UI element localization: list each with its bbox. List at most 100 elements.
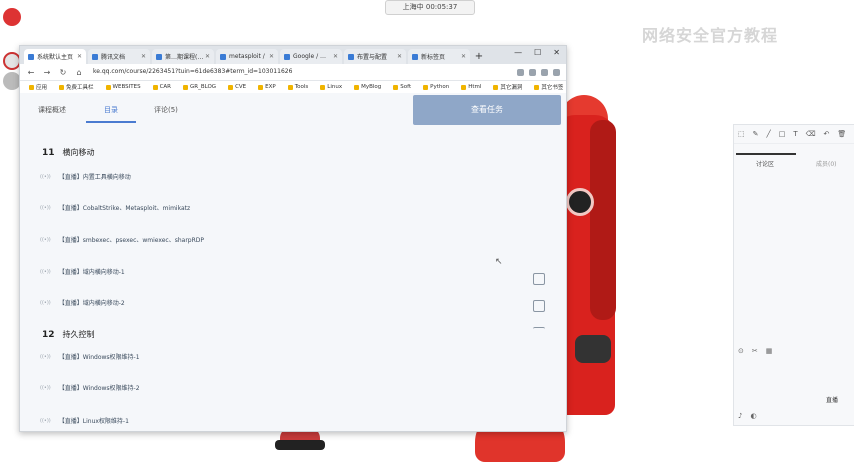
tab-overview[interactable]: 课程概述 [38,105,66,115]
lesson-item[interactable]: ((•)) 【直播】smbexec、psexec、wmiexec、sharpRD… [40,235,204,245]
lesson-item[interactable]: ((•)) 【直播】CobaltStrike、Metasploit、mimika… [40,203,190,213]
bookmark-item[interactable]: Linux [315,84,347,90]
lesson-item[interactable]: ((•)) 【直播】内置工具横向移动 [40,172,131,182]
drawing-tool-panel: ⬚ ✎ ╱ □ T ⌫ ↶ 🗑 讨论区 成员(0) ⊙ ✂ ▦ 直播 ♪ ◐ [733,124,854,426]
scissors-icon[interactable]: ✂ [752,347,758,355]
folder-icon [320,84,326,90]
text-icon[interactable]: T [793,130,797,138]
panel-status-label: 直播 [826,397,839,404]
close-icon[interactable]: ✕ [333,53,338,60]
tab-comments[interactable]: 评论(5) [154,105,178,115]
folder-icon [105,84,111,90]
close-window-button[interactable]: ✕ [553,48,560,57]
mobile-icon[interactable] [533,300,545,312]
bookmark-item[interactable]: 免费工具栏 [54,83,99,91]
wallpaper-robot-eye [566,188,594,216]
live-icon: ((•)) [40,417,51,424]
bookmark-item[interactable]: 应用 [24,83,52,91]
recording-indicator[interactable]: 上海中 00:05:37 [385,0,475,15]
folder-icon [423,84,429,90]
maximize-button[interactable]: ☐ [534,48,541,57]
folder-icon [287,84,293,90]
chat-icon[interactable] [533,273,545,285]
lesson-item[interactable]: ((•)) 【直播】域内横向移动-1 [40,267,125,277]
browser-tab[interactable]: 腾讯文档 ✕ [88,49,150,64]
tab-catalog[interactable]: 目录 [104,105,118,115]
browser-tab[interactable]: Google / … ✕ [280,49,342,64]
wallpaper-robot-shadow [575,335,611,363]
profile-icon[interactable] [541,68,548,76]
tab-discussion[interactable]: 讨论区 [756,159,774,168]
back-to-top-icon[interactable] [533,327,545,339]
bookmark-item[interactable]: EXP [253,84,281,90]
browser-tab[interactable]: metasploit / …✕ [216,49,278,64]
favicon-icon [220,53,226,60]
bookmark-item[interactable]: Python [418,84,454,90]
browser-tab[interactable]: 新标签页 ✕ [408,49,470,64]
folder-icon [354,84,360,90]
forward-icon[interactable]: → [42,68,52,77]
bookmark-item[interactable]: Soft [388,84,416,90]
bookmark-item[interactable]: WEBSITES [101,84,146,90]
trash-icon[interactable]: 🗑 [837,130,846,138]
undo-icon[interactable]: ↶ [824,130,830,138]
minimize-button[interactable]: — [514,48,522,57]
bookmark-item[interactable]: Html [456,84,486,90]
desktop-app-icon[interactable] [3,8,21,26]
window-controls: — ☐ ✕ [514,48,560,57]
lesson-item[interactable]: ((•)) 【直播】域内横向移动-2 [40,298,125,308]
course-tabs: 课程概述 目录 评论(5) [20,93,410,123]
mic-icon[interactable]: ♪ [738,412,742,420]
close-icon[interactable]: ✕ [397,53,402,60]
select-icon[interactable]: ⬚ [738,130,745,138]
close-icon[interactable]: ✕ [77,53,82,60]
tool-row: ⬚ ✎ ╱ □ T ⌫ ↶ 🗑 [734,125,854,144]
settings-icon[interactable]: ⊙ [738,347,744,355]
apps-icon [29,84,34,90]
back-icon[interactable]: ← [26,68,36,77]
favicon-icon [156,53,162,60]
pen-icon[interactable]: ✎ [753,130,759,138]
bookmark-item[interactable]: GR_BLOG [178,84,221,90]
bookmark-item[interactable]: Tools [283,84,314,90]
tab-members[interactable]: 成员(0) [816,159,837,168]
close-icon[interactable]: ✕ [461,53,466,60]
bookmark-item[interactable]: MyBlog [349,84,386,90]
active-panel-tab-indicator [736,153,796,155]
live-icon: ((•)) [40,353,51,360]
star-icon[interactable] [517,68,524,76]
grid-icon[interactable]: ▦ [766,347,773,355]
rect-icon[interactable]: □ [779,130,786,138]
eraser-icon[interactable]: ⌫ [806,130,816,138]
browser-tab[interactable]: 布置与配置 ✕ [344,49,406,64]
lesson-item[interactable]: ((•)) 【直播】Windows权限维持-1 [40,352,140,362]
wallpaper-robot-arm [590,120,616,320]
live-icon: ((•)) [40,384,51,391]
close-icon[interactable]: ✕ [141,53,146,60]
lesson-item[interactable]: ((•)) 【直播】Linux权限维持-1 [40,416,129,426]
url-field[interactable]: ke.qq.com/course/2263451?tuin=61de6383#t… [90,66,511,78]
bookmark-item[interactable]: 其它书签 [529,83,566,91]
close-icon[interactable]: ✕ [205,53,210,60]
browser-tab[interactable]: 第…期课程(…) ✕ [152,49,214,64]
lesson-item[interactable]: ((•)) 【直播】Windows权限维持-2 [40,383,140,393]
home-icon[interactable]: ⌂ [74,68,84,77]
browser-tab[interactable]: 系统默认主页 ✕ [24,49,86,64]
bookmark-item[interactable]: CVE [223,84,251,90]
bookmark-item[interactable]: 其它漏洞 [488,83,527,91]
folder-icon [493,84,499,90]
active-tab-indicator [86,121,136,123]
extension-icon[interactable] [529,68,536,76]
view-task-button[interactable]: 查看任务 [413,95,561,125]
reload-icon[interactable]: ↻ [58,68,68,77]
tab-bar: 系统默认主页✕ 腾讯文档✕ 第…期课程(…)✕ metasploit / …✕ … [20,46,566,64]
new-tab-button[interactable]: + [472,50,486,64]
panel-footer: ♪ ◐ [738,412,757,420]
menu-icon[interactable] [553,68,560,76]
chapter-heading: 11 横向移动 [42,148,95,158]
address-bar: ← → ↻ ⌂ ke.qq.com/course/2263451?tuin=61… [20,64,566,81]
bookmark-item[interactable]: CAR [148,84,176,90]
close-icon[interactable]: ✕ [269,53,274,60]
camera-icon[interactable]: ◐ [750,412,756,420]
line-icon[interactable]: ╱ [767,130,771,138]
